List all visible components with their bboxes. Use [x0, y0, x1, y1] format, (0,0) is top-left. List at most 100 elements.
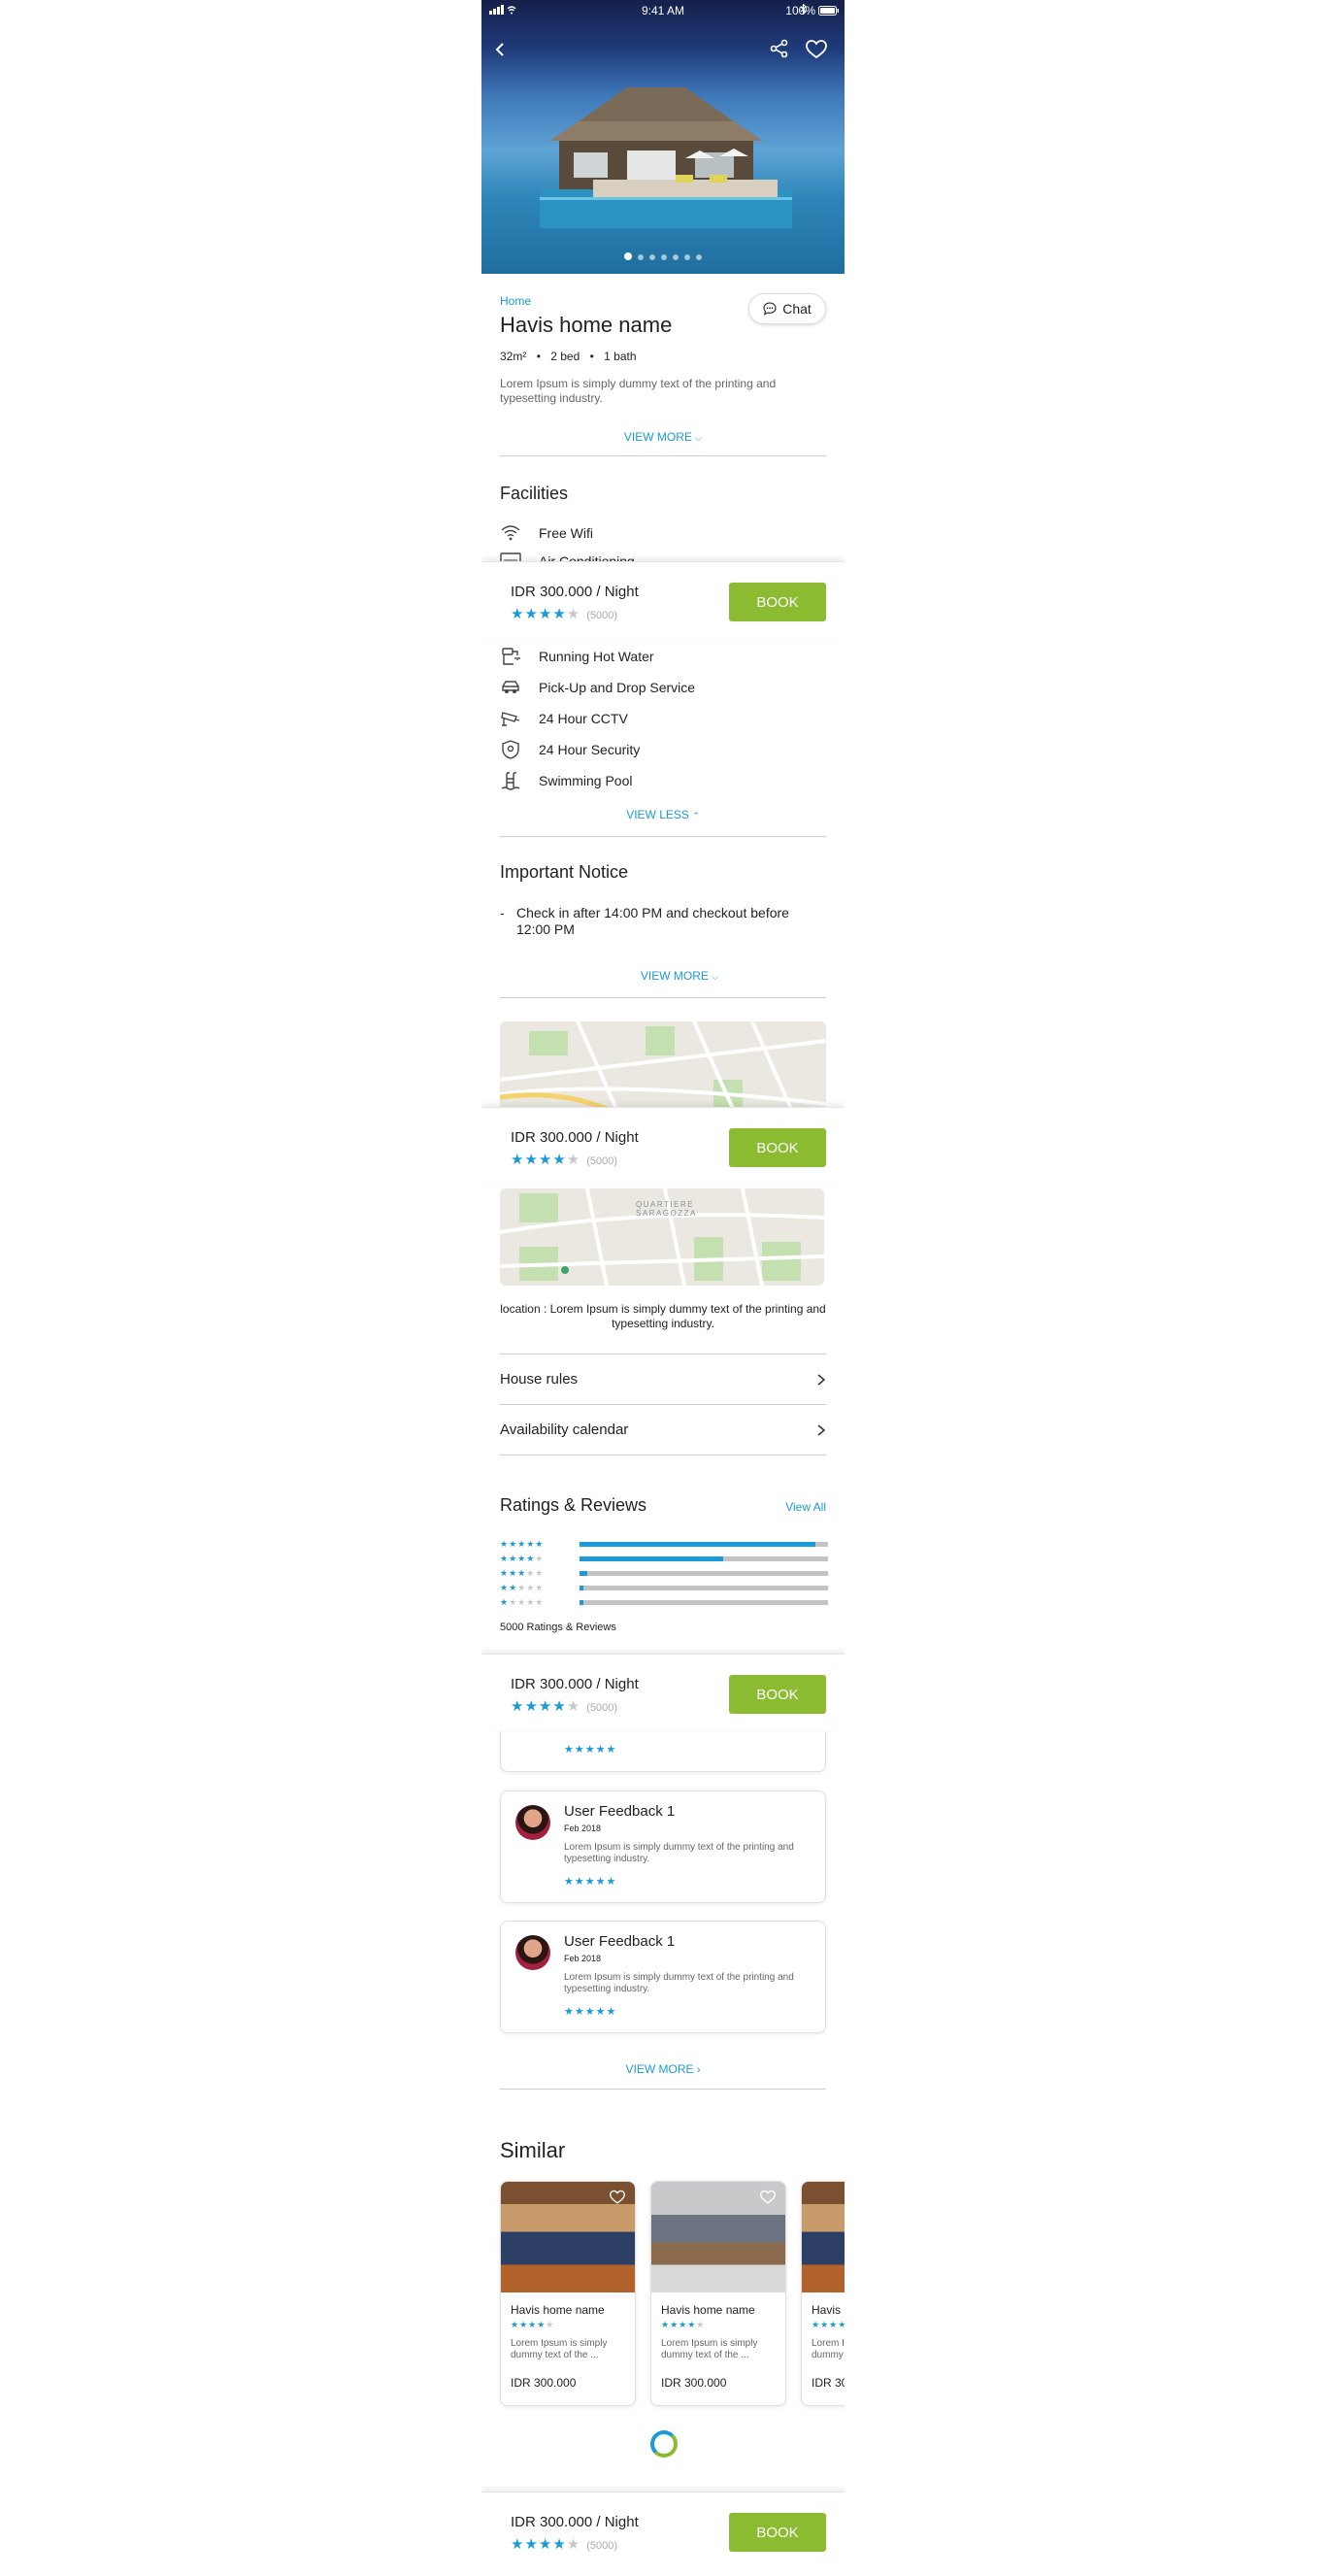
ratings-total: 5000 Ratings & Reviews	[500, 1622, 616, 1633]
pagination-dot[interactable]	[684, 254, 690, 260]
rating-count: (5000)	[586, 1702, 618, 1714]
facilities-title: Facilities	[500, 484, 569, 503]
view-more-notice-button[interactable]: VIEW MORE ⌵	[481, 969, 845, 983]
house-rules-label: House rules	[500, 1371, 579, 1388]
review-card: User Feedback 1 Feb 2018 Lorem Ipsum is …	[500, 1921, 826, 2033]
view-more-label: VIEW MORE	[625, 2062, 694, 2076]
review-text: Lorem Ipsum is simply dummy text of the …	[564, 1842, 794, 1864]
similar-description: Lorem Ipsum is simply dummy text of the …	[812, 2338, 845, 2360]
pagination-dot[interactable]	[661, 254, 667, 260]
heart-icon[interactable]	[806, 40, 827, 64]
similar-price: IDR 300.000	[661, 2376, 727, 2390]
booking-bar: IDR 300.000 / Night ★★★★★ (5000) BOOK	[481, 561, 845, 639]
gallery-pagination[interactable]	[481, 248, 845, 265]
view-more-reviews-button[interactable]: VIEW MORE ›	[481, 2062, 845, 2076]
book-button[interactable]: BOOK	[729, 583, 826, 621]
pagination-dot[interactable]	[649, 254, 655, 260]
spec-baths: 1 bath	[604, 350, 637, 363]
similar-price: IDR 300.000	[812, 2376, 845, 2390]
rating-bar-track	[580, 1599, 828, 1605]
rating-bar-fill	[580, 1556, 724, 1561]
facility-item: Pick-Up and Drop Service	[500, 676, 695, 699]
map[interactable]: QUARTIERE SARAGOZZA	[500, 1188, 824, 1286]
map-preview[interactable]	[500, 1021, 826, 1109]
house-rules-link[interactable]: House rules	[500, 1355, 826, 1405]
property-photo	[501, 2182, 635, 2292]
chat-label: Chat	[782, 301, 812, 317]
rating-bar-row: ★★★★★	[500, 1583, 828, 1592]
spec-separator: •	[536, 350, 541, 363]
similar-card[interactable]: Havis home name ★★★★★ Lorem Ipsum is sim…	[801, 2181, 845, 2406]
similar-rating: ★★★★★	[511, 2320, 555, 2329]
shield-icon	[502, 740, 519, 759]
rating-bar-fill	[580, 1541, 816, 1547]
property-description: Lorem Ipsum is simply dummy text of the …	[500, 377, 777, 405]
spec-size: 32m²	[500, 350, 527, 363]
similar-name: Havis home name	[812, 2303, 845, 2317]
availability-calendar-link[interactable]: Availability calendar	[500, 1405, 826, 1455]
cctv-icon	[501, 712, 520, 726]
map-district-label: QUARTIERE SARAGOZZA	[636, 1200, 697, 1218]
view-all-reviews-link[interactable]: View All	[785, 1500, 826, 1514]
divider	[500, 2089, 826, 2090]
facility-label: Pick-Up and Drop Service	[539, 680, 696, 695]
similar-card[interactable]: Havis home name ★★★★★ Lorem Ipsum is sim…	[500, 2181, 636, 2406]
review-text: Lorem Ipsum is simply dummy text of the …	[564, 1972, 794, 1994]
booking-price: IDR 300.000 / Night	[511, 1676, 639, 1692]
rating-bar-row: ★★★★★	[500, 1554, 828, 1563]
heart-icon[interactable]	[610, 2190, 625, 2205]
share-icon[interactable]	[770, 39, 789, 63]
wifi-icon	[501, 525, 520, 541]
pagination-dot[interactable]	[673, 254, 679, 260]
chat-icon	[763, 302, 777, 316]
review-date: Feb 2018	[564, 1954, 602, 1963]
chevron-right-icon	[817, 1423, 826, 1436]
booking-price: IDR 300.000 / Night	[511, 1129, 639, 1146]
booking-rating: ★★★★★ (5000)	[511, 1152, 618, 1168]
notice-bullet: -	[500, 905, 505, 920]
rating-bar-stars: ★★★★★	[500, 1538, 545, 1549]
view-more-description-button[interactable]: VIEW MORE ⌵	[481, 430, 845, 444]
book-button[interactable]: BOOK	[729, 1128, 826, 1167]
rating-bar-stars: ★★★★★	[500, 1567, 545, 1578]
rating-bar-track	[580, 1556, 828, 1561]
chevron-down-icon: ⌵	[695, 433, 703, 443]
review-card: User Feedback 1 Feb 2018 Lorem Ipsum is …	[500, 1790, 826, 1903]
chat-button[interactable]: Chat	[748, 293, 826, 324]
pagination-dot[interactable]	[696, 254, 702, 260]
similar-name: Havis home name	[661, 2303, 755, 2317]
review-date: Feb 2018	[564, 1823, 602, 1833]
spec-separator: •	[589, 350, 594, 363]
similar-rating: ★★★★★	[661, 2320, 706, 2329]
property-photo	[651, 2182, 785, 2292]
book-button[interactable]: BOOK	[729, 2513, 826, 2552]
chevron-down-icon: ⌵	[712, 972, 719, 982]
facility-item: 24 Hour Security	[500, 738, 640, 761]
heart-icon[interactable]	[760, 2190, 776, 2205]
view-less-facilities-button[interactable]: VIEW LESS ⌃	[481, 808, 845, 821]
breadcrumb[interactable]: Home	[500, 294, 531, 308]
divider	[500, 836, 826, 837]
facility-label: Running Hot Water	[539, 649, 654, 664]
hero-gallery[interactable]: 9:41 AM 100%	[481, 0, 845, 274]
facility-label: 24 Hour Security	[539, 742, 641, 757]
rating-bar-track	[580, 1585, 828, 1590]
rating-bar-stars: ★★★★★	[500, 1582, 545, 1592]
rating-bar-track	[580, 1570, 828, 1576]
reviewer-name: User Feedback 1	[564, 1803, 676, 1820]
facility-label: 24 Hour CCTV	[539, 711, 628, 726]
similar-card[interactable]: Havis home name ★★★★★ Lorem Ipsum is sim…	[650, 2181, 786, 2406]
loading-spinner	[650, 2430, 678, 2458]
pagination-dot[interactable]	[638, 254, 644, 260]
pool-icon	[501, 772, 520, 790]
similar-price: IDR 300.000	[511, 2376, 577, 2390]
booking-price: IDR 300.000 / Night	[511, 2514, 639, 2530]
similar-description: Lorem Ipsum is simply dummy text of the …	[661, 2338, 758, 2360]
notice-title: Important Notice	[500, 862, 629, 882]
similar-name: Havis home name	[511, 2303, 605, 2317]
book-button[interactable]: BOOK	[729, 1675, 826, 1714]
facility-item: Free Wifi	[500, 521, 593, 545]
pagination-dot[interactable]	[624, 252, 632, 260]
chevron-left-icon[interactable]	[493, 41, 507, 63]
booking-price: IDR 300.000 / Night	[511, 584, 639, 600]
